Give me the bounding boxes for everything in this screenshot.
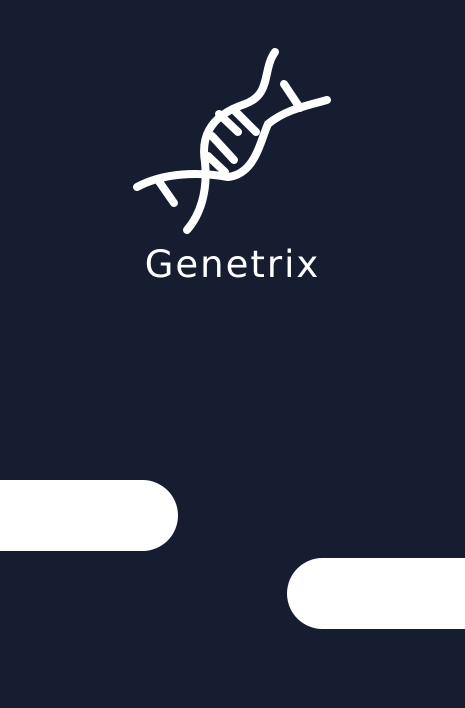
arm-stub-right [280, 80, 304, 112]
helix-rung [204, 152, 229, 176]
right-white-pill [287, 558, 465, 629]
brand-name: Genetrix [144, 243, 321, 286]
left-white-pill [0, 480, 178, 551]
helix-rung [208, 132, 238, 164]
arm-stub-left [154, 176, 178, 207]
dna-helix-icon [133, 48, 331, 234]
